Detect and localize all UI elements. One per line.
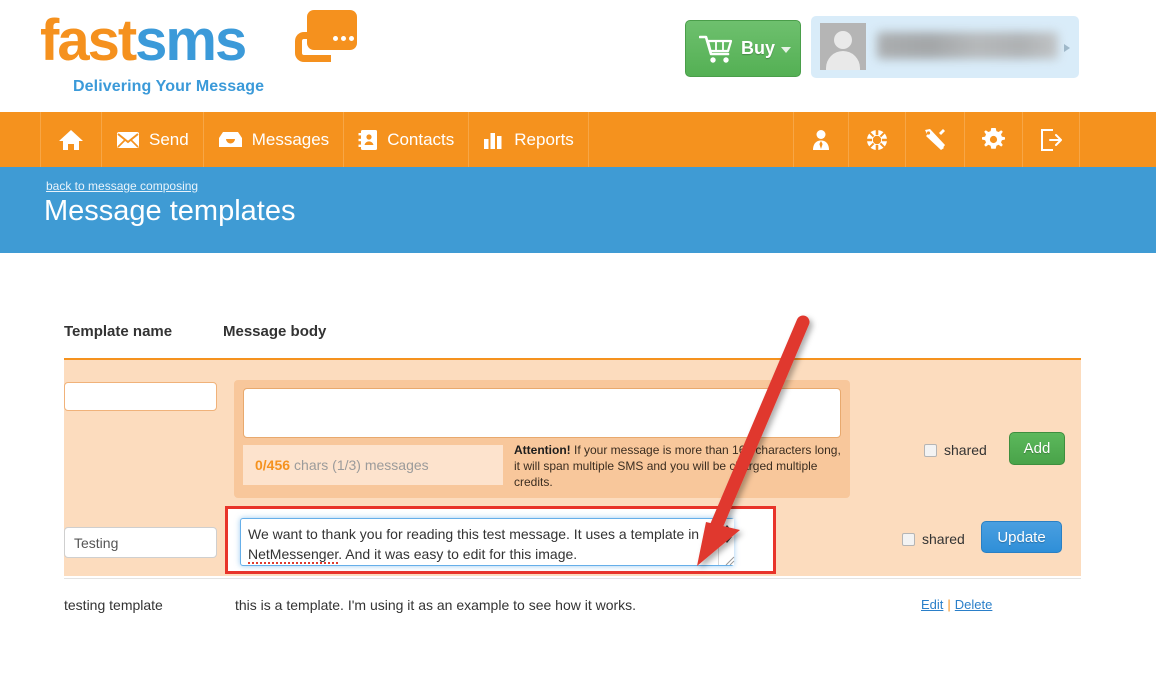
new-template-name-input[interactable] — [64, 382, 217, 411]
user-account-box[interactable] — [811, 16, 1079, 78]
life-ring-icon — [866, 129, 888, 151]
logo-wordmark: fastsms — [40, 12, 247, 70]
row-action-separator: | — [947, 597, 951, 612]
new-template-body-textarea[interactable] — [243, 388, 841, 438]
update-template-button[interactable]: Update — [981, 521, 1062, 553]
page-banner: back to message composing Message templa… — [0, 167, 1156, 253]
logo-tagline: Delivering Your Message — [73, 78, 265, 95]
row-actions: Edit | Delete — [921, 597, 992, 612]
top-bar: fastsms Delivering Your Message Buy — [0, 0, 1156, 112]
nav-left-group: Send Messages Contacts Reports — [40, 112, 589, 167]
speech-bubble-icon — [295, 10, 357, 62]
row-delete-link[interactable]: Delete — [955, 597, 993, 612]
edit-template-shared-group: shared — [902, 531, 965, 547]
address-card-icon — [358, 129, 378, 151]
row-edit-link[interactable]: Edit — [921, 597, 943, 612]
edit-body-spellcheck-word: NetMessenger — [248, 546, 339, 565]
nav-item-reports[interactable]: Reports — [469, 112, 589, 167]
home-icon — [58, 128, 84, 152]
user-tie-icon — [811, 129, 831, 151]
nav-item-home[interactable] — [40, 112, 102, 167]
inbox-icon — [218, 130, 243, 149]
main-content: Template name Message body 0/456 chars (… — [0, 253, 1156, 695]
nav-item-support[interactable] — [849, 112, 906, 167]
nav-item-contacts[interactable]: Contacts — [344, 112, 470, 167]
nav-item-settings[interactable] — [965, 112, 1023, 167]
bar-chart-icon — [483, 130, 505, 150]
buy-button[interactable]: Buy — [685, 20, 801, 77]
logo-text-sms: sms — [135, 8, 247, 73]
row-template-body: this is a template. I'm using it as an e… — [235, 597, 637, 613]
caret-right-icon — [1064, 44, 1070, 52]
app-page: fastsms Delivering Your Message Buy Send… — [0, 0, 1156, 695]
nav-label-messages: Messages — [251, 129, 330, 149]
nav-item-messages[interactable]: Messages — [204, 112, 345, 167]
nav-item-logout[interactable] — [1023, 112, 1080, 167]
edit-body-line1: We want to thank you for reading this te… — [248, 526, 700, 542]
edit-template-row: We want to thank you for reading this te… — [64, 506, 1081, 576]
new-template-shared-checkbox[interactable] — [924, 443, 937, 457]
fastsms-logo[interactable]: fastsms Delivering Your Message — [40, 8, 357, 98]
shopping-cart-icon — [699, 34, 733, 64]
logo-text-fast: fast — [40, 8, 137, 73]
attention-notice-bold: Attention! — [514, 443, 571, 457]
main-navigation: Send Messages Contacts Reports — [0, 112, 1156, 167]
column-header-message-body: Message body — [223, 323, 327, 340]
nav-right-group — [793, 112, 1080, 167]
edit-template-name-input[interactable] — [64, 527, 217, 558]
user-name-masked — [877, 32, 1058, 59]
gear-icon — [982, 128, 1005, 151]
attention-notice: Attention! If your message is more than … — [514, 442, 844, 491]
character-counter-rest: chars (1/3) messages — [294, 457, 429, 473]
red-highlight-box: We want to thank you for reading this te… — [225, 506, 776, 574]
add-template-button[interactable]: Add — [1009, 432, 1065, 465]
nav-item-profile[interactable] — [793, 112, 849, 167]
envelope-icon — [116, 131, 140, 149]
character-counter: 0/456 chars (1/3) messages — [243, 445, 503, 485]
edit-template-shared-label: shared — [922, 531, 965, 547]
edit-template-body-textarea[interactable]: We want to thank you for reading this te… — [240, 518, 734, 566]
scroll-up-arrow-icon[interactable] — [722, 525, 732, 531]
nav-label-contacts: Contacts — [387, 129, 455, 149]
edit-body-line2-rest: . And it was easy to edit for this image… — [338, 546, 578, 563]
column-headers: Template name Message body — [0, 323, 1156, 353]
table-row: testing template this is a template. I'm… — [64, 578, 1081, 633]
textarea-resize-grip[interactable] — [725, 553, 735, 566]
logout-icon — [1040, 128, 1062, 151]
nav-item-send[interactable]: Send — [102, 112, 204, 167]
edit-template-shared-checkbox[interactable] — [902, 532, 915, 546]
page-title: Message templates — [44, 195, 296, 227]
caret-down-icon — [781, 47, 791, 53]
new-template-body-wrapper: 0/456 chars (1/3) messages Attention! If… — [234, 380, 850, 498]
new-template-shared-group: shared — [924, 442, 987, 458]
scroll-down-arrow-icon[interactable] — [722, 537, 732, 543]
character-counter-count: 0/456 — [255, 457, 291, 473]
nav-label-send: Send — [149, 129, 189, 149]
nav-item-tools[interactable] — [906, 112, 965, 167]
nav-label-reports: Reports — [514, 129, 574, 149]
add-template-form: 0/456 chars (1/3) messages Attention! If… — [64, 358, 1081, 513]
row-template-name: testing template — [64, 597, 163, 613]
tools-icon — [923, 128, 947, 151]
column-header-template-name: Template name — [64, 323, 173, 340]
new-template-shared-label: shared — [944, 442, 987, 458]
user-avatar-icon — [820, 23, 866, 70]
back-to-message-composing-link[interactable]: back to message composing — [46, 179, 198, 193]
buy-button-label: Buy — [741, 38, 776, 58]
